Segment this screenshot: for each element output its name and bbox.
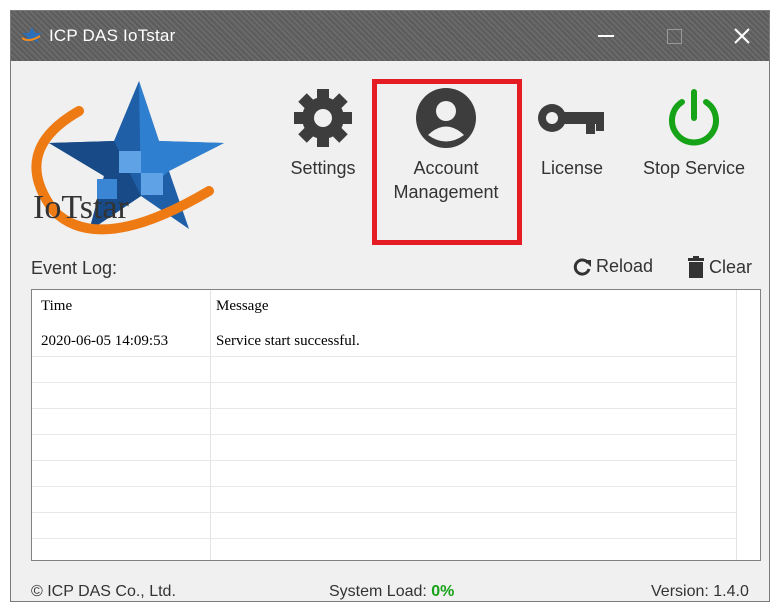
license-button[interactable]: License xyxy=(527,86,617,180)
row-divider xyxy=(32,512,736,513)
system-load-value: 0% xyxy=(431,583,455,600)
license-label: License xyxy=(540,158,604,178)
clear-label: Clear xyxy=(709,256,753,277)
row-divider xyxy=(32,538,736,539)
time-column: Time 2020-06-05 14:09:53 xyxy=(32,290,211,560)
reload-icon xyxy=(573,258,591,276)
app-window: ICP DAS IoTstar IoTstar Settings Account… xyxy=(10,10,770,602)
column-header-message[interactable]: Message xyxy=(216,298,269,315)
message-column: Message Service start successful. xyxy=(210,290,737,560)
logo-text: IoTstar xyxy=(33,189,129,226)
maximize-button[interactable] xyxy=(649,11,699,61)
copyright-text: © ICP DAS Co., Ltd. xyxy=(31,583,176,600)
reload-label: Reload xyxy=(596,256,654,276)
power-icon xyxy=(669,89,719,146)
minimize-button[interactable] xyxy=(581,11,631,61)
close-icon xyxy=(734,28,750,44)
row-divider xyxy=(32,408,736,409)
event-log-label: Event Log: xyxy=(31,258,118,278)
window-title: ICP DAS IoTstar xyxy=(49,26,176,45)
table-cell-message: Service start successful. xyxy=(216,333,360,349)
highlight-box xyxy=(372,79,522,245)
reload-button[interactable]: Reload xyxy=(572,256,653,277)
maximize-icon xyxy=(666,28,682,44)
close-button[interactable] xyxy=(717,11,767,61)
minimize-icon xyxy=(598,35,614,37)
status-bar: © ICP DAS Co., Ltd. System Load: 0% Vers… xyxy=(11,569,769,601)
settings-label: Settings xyxy=(290,158,356,178)
row-divider xyxy=(32,460,736,461)
row-divider xyxy=(32,434,736,435)
system-load: System Load: 0% xyxy=(329,583,454,601)
row-divider xyxy=(32,382,736,383)
row-divider xyxy=(32,486,736,487)
title-bar[interactable]: ICP DAS IoTstar xyxy=(11,11,769,61)
settings-button[interactable]: Settings xyxy=(278,86,368,180)
clear-button[interactable]: Clear xyxy=(687,256,752,278)
event-log-table[interactable]: Time 2020-06-05 14:09:53 Message Service… xyxy=(31,289,761,561)
key-icon xyxy=(538,104,604,134)
table-cell-time: 2020-06-05 14:09:53 xyxy=(41,333,169,349)
system-load-label: System Load: xyxy=(329,583,427,600)
gear-icon xyxy=(294,89,352,147)
trash-icon xyxy=(688,256,704,278)
stop-service-button[interactable]: Stop Service xyxy=(629,86,759,180)
stop-service-label: Stop Service xyxy=(642,158,746,178)
iotstar-logo: IoTstar xyxy=(19,71,234,246)
column-header-time[interactable]: Time xyxy=(41,298,72,315)
version-text: Version: 1.4.0 xyxy=(651,583,749,600)
app-logo-icon xyxy=(21,27,42,43)
row-divider xyxy=(32,356,736,357)
